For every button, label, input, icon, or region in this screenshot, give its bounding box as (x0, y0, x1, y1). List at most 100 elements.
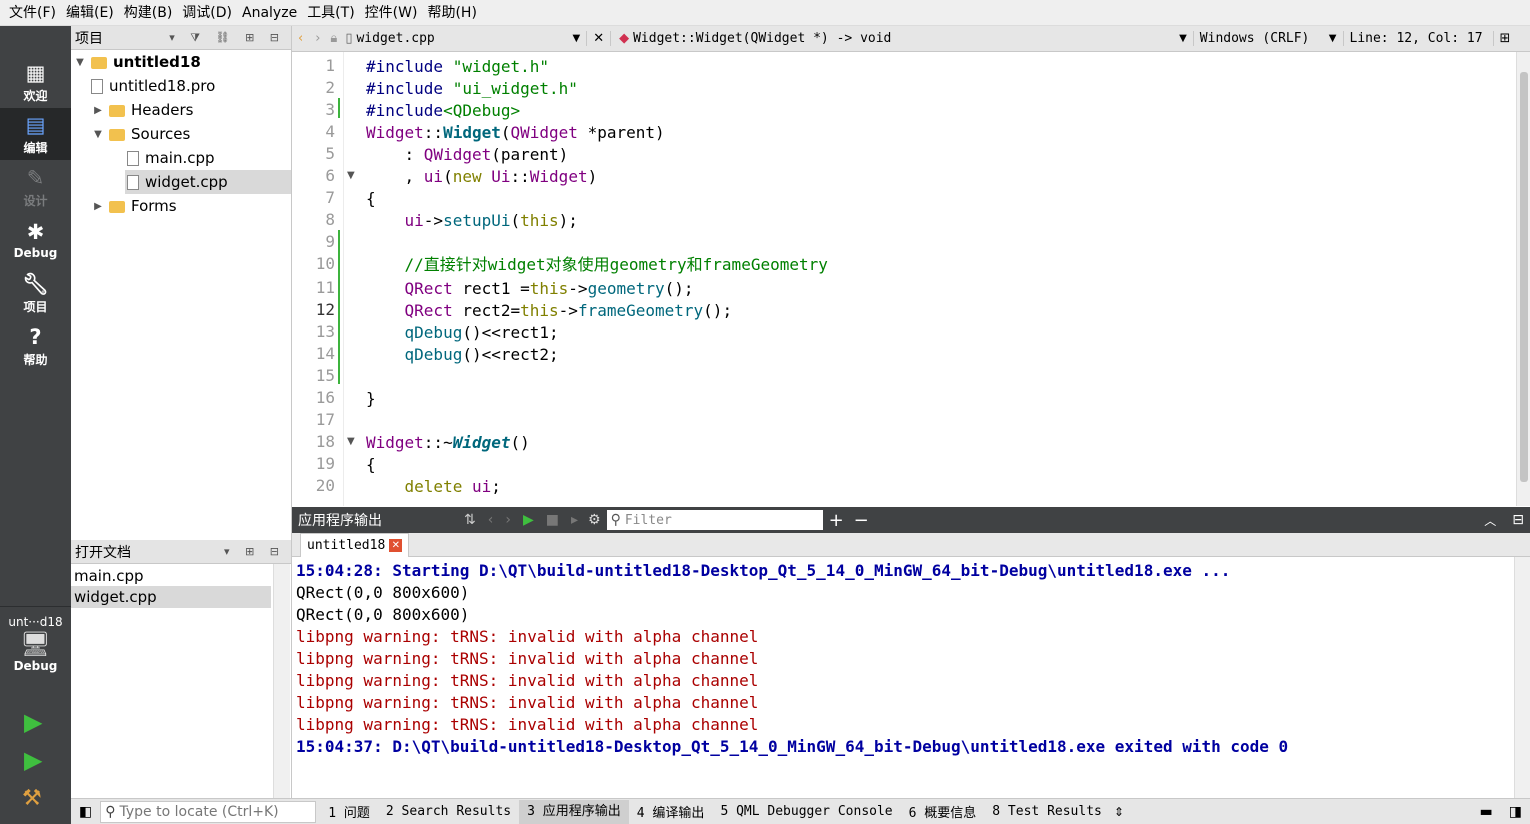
symbol-icon: ◆ (619, 31, 630, 46)
next-icon[interactable]: › (499, 512, 517, 528)
pane-test-results[interactable]: 8 Test Results (984, 804, 1110, 819)
filter-input[interactable]: ⚲ Filter (606, 510, 823, 530)
output-line: libpng warning: tRNS: invalid with alpha… (296, 715, 759, 734)
mode-debug[interactable]: ✱ Debug (0, 214, 71, 266)
prev-icon[interactable]: ‹ (482, 512, 500, 528)
run-icon[interactable]: ▶ (24, 708, 42, 736)
pane-app-output[interactable]: 3 应用程序输出 (519, 799, 629, 824)
pane-search-results[interactable]: 2 Search Results (378, 804, 519, 819)
menu-debug[interactable]: 调试(D) (177, 1, 237, 25)
open-documents-panel: 打开文档 ▾ ⊞ ⊟ main.cpp widget.cpp (71, 540, 292, 798)
open-doc-label: widget.cpp (74, 588, 157, 606)
menu-analyze[interactable]: Analyze (237, 1, 302, 25)
folder-icon (109, 105, 125, 117)
close-icon[interactable]: ✕ (586, 31, 612, 46)
tree-item-headers[interactable]: ▶ Headers (91, 98, 193, 122)
chevron-down-icon: ▼ (1179, 33, 1187, 44)
zoom-in-icon[interactable]: + (823, 510, 850, 531)
project-panel: 项目 ▾ ⧩ ⛓ ⊞ ⊟ ▼ untitled18 untitled18.pro… (71, 26, 292, 540)
split-icon[interactable]: ⊞ (1492, 31, 1517, 46)
code-line: { (366, 189, 376, 208)
back-icon[interactable]: ‹ (292, 31, 309, 46)
maximize-icon[interactable]: ︿ (1474, 512, 1506, 529)
panel-tools[interactable]: ▾ ⧩ ⛓ ⊞ ⊟ (169, 31, 291, 45)
sidebar-toggle-icon[interactable]: ◧ (71, 804, 100, 820)
mode-design[interactable]: ✎ 设计 (0, 161, 71, 213)
menu-tools[interactable]: 工具(T) (302, 1, 359, 25)
cursor-position[interactable]: Line: 12, Col: 17 (1342, 31, 1493, 46)
gear-icon[interactable]: ⚙ (584, 512, 605, 528)
close-pane-icon[interactable]: ⊟ (1506, 512, 1530, 528)
forward-icon[interactable]: › (309, 31, 326, 46)
mode-projects[interactable]: 🔧︎ 项目 (0, 267, 71, 319)
mode-label: 帮助 (23, 352, 48, 367)
attach-icon[interactable]: ⇅ (458, 512, 482, 528)
tree-item-pro[interactable]: untitled18.pro (91, 74, 215, 98)
menu-help[interactable]: 帮助(H) (422, 1, 481, 25)
pane-qml-debugger[interactable]: 5 QML Debugger Console (712, 804, 900, 819)
filter-placeholder: Filter (624, 512, 672, 528)
build-hammer-icon[interactable]: ⚒ (22, 786, 42, 811)
mode-edit[interactable]: ▤ 编辑 (0, 108, 71, 160)
tree-item-forms[interactable]: ▶ Forms (91, 194, 176, 218)
tree-item-sources[interactable]: ▼ Sources (91, 122, 190, 146)
menu-edit[interactable]: 编辑(E) (61, 1, 119, 25)
line-number: 10 (315, 254, 335, 273)
updown-arrow-icon[interactable]: ⇕ (1110, 805, 1128, 819)
tree-item-project[interactable]: ▼ untitled18 (71, 50, 291, 74)
wrench-icon: 🔧︎ (22, 271, 49, 296)
code-editor[interactable]: #include "widget.h" #include "ui_widget.… (344, 52, 1516, 506)
panel-title: 打开文档 (75, 544, 131, 561)
application-output[interactable]: 15:04:28: Starting D:\QT\build-untitled1… (292, 557, 1514, 797)
line-number: 6 (325, 166, 335, 185)
editor-scrollbar[interactable] (1516, 52, 1530, 506)
output-scrollbar[interactable] (1514, 557, 1530, 798)
file-icon (91, 78, 103, 94)
menu-file[interactable]: 文件(F) (4, 1, 61, 25)
open-doc-item[interactable]: widget.cpp (71, 586, 271, 608)
output-tab-untitled18[interactable]: untitled18 ✕ (300, 533, 410, 557)
mode-help[interactable]: ? 帮助 (0, 320, 71, 372)
line-number: 3 (325, 100, 335, 119)
pane-general-messages[interactable]: 6 概要信息 (901, 802, 985, 821)
panel-title: 项目 (75, 30, 103, 47)
menu-widgets[interactable]: 控件(W) (360, 1, 423, 25)
open-docs-scrollbar[interactable] (273, 564, 290, 798)
file-icon (127, 174, 139, 190)
target-selector[interactable]: unt···d18 🖥︎ Debug (0, 606, 71, 686)
pane-issues[interactable]: 1 问题 (320, 802, 378, 821)
right-sidebar-toggle-icon[interactable]: ◨ (1501, 804, 1530, 820)
mode-welcome[interactable]: ▦ 欢迎 (0, 56, 71, 108)
menu-build[interactable]: 构建(B) (119, 1, 178, 25)
current-file-combo[interactable]: widget.cpp (356, 31, 566, 46)
search-icon: ⚲ (105, 803, 116, 820)
attach-debugger-icon[interactable]: ▸ (565, 512, 584, 528)
stop-icon[interactable]: ■ (540, 512, 565, 528)
line-number-gutter: 1 2 3 4 5 6 7 8 9 10 11 12 13 14 15 16 1… (292, 52, 355, 506)
zoom-out-icon[interactable]: − (850, 510, 873, 531)
progress-toggle-icon[interactable]: ▬ (1472, 804, 1501, 820)
folder-icon (109, 201, 125, 213)
rerun-icon[interactable]: ▶ (517, 512, 540, 528)
code-line: ui->setupUi(this); (404, 211, 578, 230)
locator-input[interactable]: ⚲ Type to locate (Ctrl+K) (100, 800, 317, 823)
debug-run-icon[interactable]: ▶ (24, 746, 42, 774)
line-number: 14 (315, 344, 335, 363)
open-doc-label: main.cpp (74, 567, 144, 585)
code-line: QRect rect1 =this->geometry(); (404, 279, 694, 298)
close-icon[interactable]: ✕ (389, 539, 403, 552)
mode-label: Debug (13, 246, 58, 260)
pane-compile-output[interactable]: 4 编译输出 (629, 802, 713, 821)
scrollbar-thumb[interactable] (1520, 72, 1528, 482)
open-doc-item[interactable]: main.cpp (71, 564, 271, 588)
line-ending-combo[interactable]: Windows (CRLF) (1192, 31, 1323, 46)
output-line: libpng warning: tRNS: invalid with alpha… (296, 693, 759, 712)
panel-tools[interactable]: ▾ ⊞ ⊟ (224, 545, 291, 558)
symbol-combo[interactable]: Widget::Widget(QWidget *) -> void (633, 31, 1173, 46)
tree-item-main-cpp[interactable]: main.cpp (127, 146, 291, 170)
tree-item-widget-cpp[interactable]: widget.cpp (125, 170, 291, 194)
change-marker (338, 98, 340, 118)
